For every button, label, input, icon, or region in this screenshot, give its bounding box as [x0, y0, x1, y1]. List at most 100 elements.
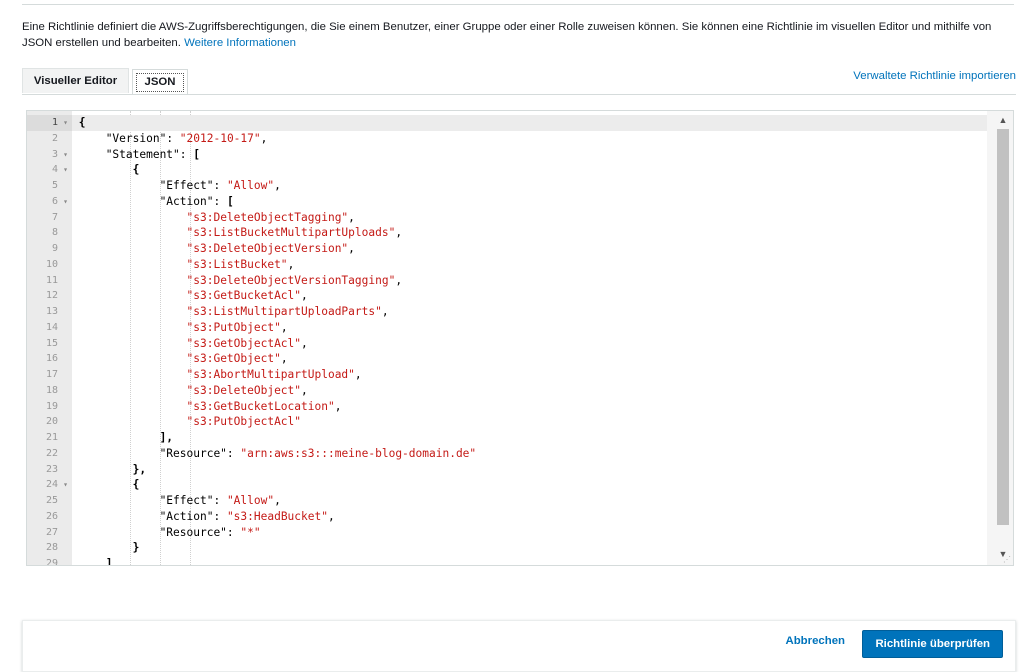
- line-number-text: 28: [45, 542, 58, 554]
- line-number-text: 29: [45, 558, 58, 566]
- code-line[interactable]: "Resource": "*": [72, 525, 987, 541]
- fold-toggle-icon[interactable]: ▾: [63, 477, 68, 493]
- tab-json[interactable]: JSON: [132, 69, 188, 94]
- line-number: 17: [27, 367, 72, 383]
- fold-toggle-icon[interactable]: ▾: [63, 147, 68, 163]
- json-separator: :: [179, 147, 194, 161]
- code-line[interactable]: {: [72, 477, 987, 493]
- json-string: "s3:PutObjectAcl": [186, 415, 302, 429]
- code-line[interactable]: "Resource": "arn:aws:s3:::meine-blog-dom…: [72, 446, 987, 462]
- resize-grip-icon[interactable]: ⋰: [1003, 555, 1011, 564]
- code-line[interactable]: "Effect": "Allow",: [72, 493, 987, 509]
- code-line[interactable]: }: [72, 540, 987, 556]
- line-number-text: 12: [45, 290, 58, 302]
- json-separator: :: [166, 131, 180, 145]
- json-string: "s3:DeleteObjectTagging": [186, 210, 349, 224]
- json-string: "2012-10-17": [179, 131, 261, 145]
- code-line[interactable]: "s3:ListBucketMultipartUploads",: [72, 225, 987, 241]
- code-line[interactable]: "s3:GetBucketLocation",: [72, 399, 987, 415]
- fold-toggle-icon[interactable]: ▾: [63, 162, 68, 178]
- json-string: "arn:aws:s3:::meine-blog-domain.de": [240, 446, 477, 460]
- line-number: 9: [27, 241, 72, 257]
- scroll-up-icon[interactable]: ▲: [997, 115, 1009, 125]
- json-string: "s3:HeadBucket": [226, 509, 328, 523]
- line-number-text: 16: [45, 353, 58, 365]
- learn-more-link[interactable]: Weitere Informationen: [184, 37, 296, 49]
- code-line[interactable]: "Action": [: [72, 194, 987, 210]
- line-number-text: 27: [45, 526, 58, 538]
- code-line[interactable]: "Statement": [: [72, 147, 987, 163]
- code-line[interactable]: "s3:ListBucket",: [72, 257, 987, 273]
- line-number-text: 1: [51, 117, 58, 128]
- line-number-text: 2: [51, 132, 58, 144]
- line-number: 24 ▾: [27, 477, 72, 493]
- code-content[interactable]: { "Version": "2012-10-17", "Statement": …: [72, 111, 987, 565]
- scrollbar-thumb[interactable]: [997, 129, 1009, 525]
- code-line[interactable]: "s3:DeleteObjectTagging",: [72, 210, 987, 226]
- line-number-text: 17: [45, 369, 58, 380]
- json-comma: ,: [348, 210, 355, 224]
- json-comma: ,: [301, 336, 308, 350]
- cancel-button[interactable]: Abbrechen: [786, 635, 846, 647]
- code-line[interactable]: ],: [72, 430, 987, 446]
- json-key: "Version": [105, 131, 167, 145]
- json-separator: :: [213, 179, 227, 192]
- line-number-text: 20: [45, 416, 58, 428]
- code-punctuation: {: [132, 163, 140, 177]
- line-number: 8: [27, 225, 72, 241]
- json-comma: ,: [334, 399, 342, 413]
- line-number: 2: [27, 131, 72, 147]
- import-managed-policy-link[interactable]: Verwaltete Richtlinie importieren: [853, 70, 1016, 82]
- line-number-text: 5: [51, 180, 58, 191]
- editor-vertical-scrollbar[interactable]: ▲ ▼: [987, 111, 1013, 565]
- review-policy-button[interactable]: Richtlinie überprüfen: [862, 630, 1003, 658]
- code-line[interactable]: "Effect": "Allow",: [72, 178, 987, 194]
- fold-toggle-icon[interactable]: ▾: [63, 115, 68, 131]
- code-line[interactable]: "s3:DeleteObjectVersionTagging",: [72, 273, 987, 289]
- code-line[interactable]: "s3:PutObject",: [72, 320, 987, 336]
- tab-visual-editor[interactable]: Visueller Editor: [22, 68, 129, 93]
- code-line[interactable]: "Action": "s3:HeadBucket",: [72, 509, 987, 525]
- code-line[interactable]: "s3:DeleteObjectVersion",: [72, 241, 987, 257]
- json-key: "Statement": [105, 147, 180, 161]
- line-number: 22: [27, 446, 72, 462]
- code-line[interactable]: "Version": "2012-10-17",: [72, 131, 987, 147]
- code-line[interactable]: "s3:ListMultipartUploadParts",: [72, 304, 987, 320]
- code-line[interactable]: "s3:GetObjectAcl",: [72, 336, 987, 352]
- code-punctuation: ]: [105, 557, 113, 566]
- code-line[interactable]: {: [72, 162, 987, 178]
- code-line[interactable]: "s3:GetBucketAcl",: [72, 288, 987, 304]
- code-line[interactable]: "s3:PutObjectAcl": [72, 414, 987, 430]
- line-number: 18: [27, 383, 72, 399]
- line-number: 12: [27, 288, 72, 304]
- json-key: "Resource": [159, 525, 227, 539]
- code-line[interactable]: },: [72, 462, 987, 478]
- json-string: "s3:DeleteObject": [186, 383, 302, 397]
- json-string: "*": [240, 525, 261, 539]
- line-number-gutter: 1 ▾ 2 3 ▾ 4 ▾ 5 6 ▾ 7 8 9 10 11 12 13 14 15 16 17 18 19 20 21 22 2…: [27, 111, 72, 565]
- code-line[interactable]: "s3:GetObject",: [72, 351, 987, 367]
- code-line[interactable]: "s3:DeleteObject",: [72, 383, 987, 399]
- json-comma: ,: [274, 494, 281, 507]
- code-punctuation: {: [78, 116, 86, 129]
- json-string: "Allow": [226, 179, 275, 192]
- editor-tabs: Visueller Editor JSON Verwaltete Richtli…: [22, 68, 1016, 95]
- fold-toggle-icon[interactable]: ▾: [63, 194, 68, 210]
- json-comma: ,: [327, 509, 335, 523]
- line-number: 27: [27, 525, 72, 541]
- json-comma: ,: [280, 320, 288, 334]
- line-number: 16: [27, 351, 72, 367]
- line-number-text: 23: [45, 463, 58, 475]
- action-footer: Abbrechen Richtlinie überprüfen: [22, 620, 1016, 672]
- json-comma: ,: [274, 179, 281, 192]
- json-comma: ,: [381, 305, 389, 318]
- code-line[interactable]: "s3:AbortMultipartUpload",: [72, 367, 987, 383]
- code-line[interactable]: ]: [72, 556, 987, 566]
- json-comma: ,: [301, 383, 308, 397]
- json-string: "s3:AbortMultipartUpload": [186, 368, 355, 381]
- code-line[interactable]: {: [72, 115, 987, 131]
- json-code-editor[interactable]: 1 ▾ 2 3 ▾ 4 ▾ 5 6 ▾ 7 8 9 10 11 12 13 14 15 16 17 18 19 20 21 22 2…: [26, 110, 1014, 566]
- line-number: 6 ▾: [27, 194, 72, 210]
- line-number: 3 ▾: [27, 147, 72, 163]
- line-number: 10: [27, 257, 72, 273]
